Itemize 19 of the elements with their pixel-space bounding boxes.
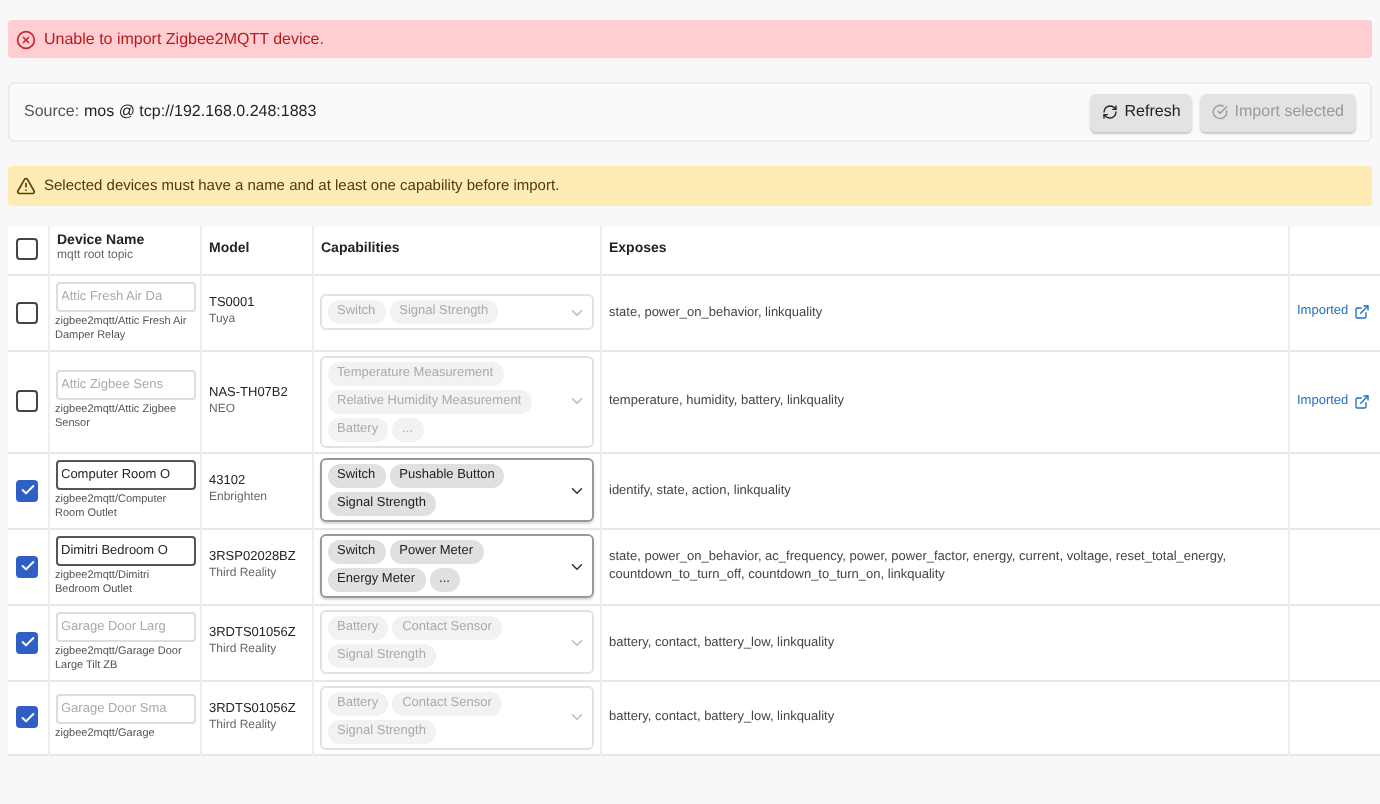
checkbox[interactable] — [16, 706, 39, 728]
refresh-icon — [1102, 104, 1119, 120]
external-link-icon — [1354, 304, 1371, 320]
chevron-down-icon — [567, 708, 585, 726]
refresh-button[interactable]: Refresh — [1090, 93, 1193, 131]
checkbox[interactable] — [16, 238, 39, 261]
chevron-down-icon — [567, 392, 585, 410]
source-value: mos @ tcp://192.168.0.248:1883 — [84, 100, 317, 124]
error-icon — [16, 29, 36, 49]
external-link-icon — [1354, 393, 1371, 409]
checkbox[interactable] — [16, 301, 39, 323]
error-message: Unable to import Zigbee2MQTT device. — [44, 27, 324, 51]
warning-icon — [16, 176, 36, 196]
checkbox[interactable] — [16, 479, 39, 501]
checkbox[interactable] — [16, 555, 39, 577]
checkbox[interactable] — [16, 390, 39, 412]
check-circle-icon — [1212, 104, 1229, 120]
source-label: Source: — [24, 100, 82, 124]
checkbox[interactable] — [16, 631, 39, 653]
